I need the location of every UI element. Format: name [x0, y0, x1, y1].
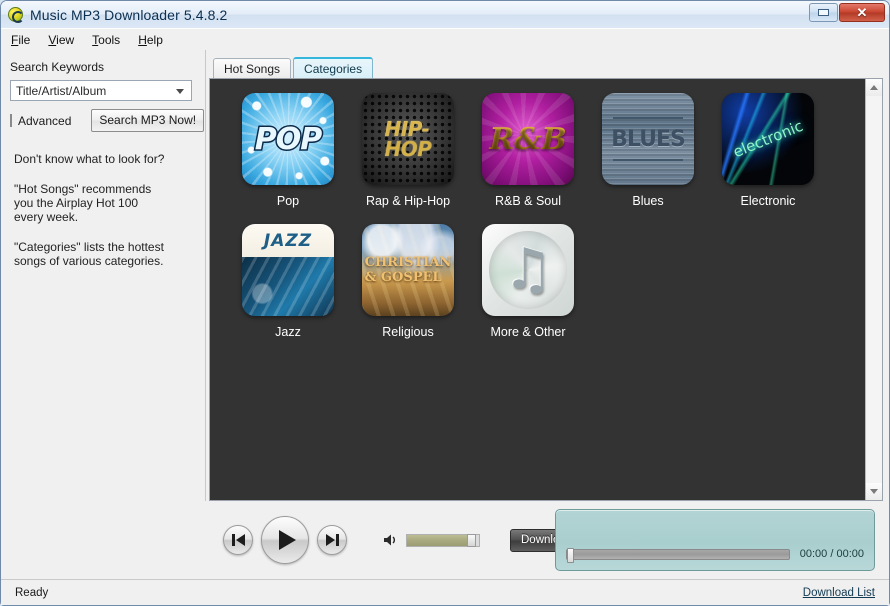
download-list-link[interactable]: Download List	[803, 587, 875, 599]
category-art-text-blues: BLUES	[611, 126, 686, 152]
category-art-pop: POP	[242, 93, 334, 185]
right-pane: Hot Songs Categories POP Pop HIP- HOP Ra…	[206, 50, 889, 501]
category-label-rap-hip-hop: Rap & Hip-Hop	[365, 194, 451, 208]
category-tile-blues[interactable]: BLUES Blues	[588, 93, 708, 208]
previous-track-button[interactable]	[223, 525, 253, 555]
category-label-electronic: Electronic	[740, 194, 796, 208]
category-art-text-religious: CHRISTIAN & GOSPEL	[364, 255, 452, 285]
status-text: Ready	[15, 586, 49, 599]
category-tile-more-other[interactable]: ♫ More & Other	[468, 224, 588, 339]
music-note-icon: ♫	[502, 237, 554, 302]
category-art-more: ♫	[482, 224, 574, 316]
menu-bar: File View Tools Help	[1, 28, 889, 50]
tab-hot-songs[interactable]: Hot Songs	[213, 58, 292, 78]
category-tile-rnb-soul[interactable]: R&B R&B & Soul	[468, 93, 588, 208]
jazz-banner: JAZZ	[242, 224, 334, 258]
next-track-icon	[325, 534, 339, 546]
category-art-text-rnb: R&B	[482, 93, 574, 185]
category-art-text-jazz: JAZZ	[263, 230, 313, 251]
tab-strip: Hot Songs Categories	[209, 57, 883, 78]
vertical-scrollbar[interactable]	[865, 79, 882, 500]
seek-row: 00:00 / 00:00	[566, 547, 864, 563]
player-bar: Download 00:00 / 00:00	[1, 501, 889, 579]
advanced-label: Advanced	[18, 113, 72, 128]
menu-tools-rest: ools	[98, 32, 121, 47]
category-tile-pop[interactable]: POP Pop	[228, 93, 348, 208]
advanced-row: Advanced Search MP3 Now!	[10, 109, 205, 132]
category-tile-jazz[interactable]: JAZZ Jazz	[228, 224, 348, 339]
window-controls: ✕	[809, 3, 885, 22]
close-button[interactable]: ✕	[839, 3, 885, 22]
application-window: Music MP3 Downloader 5.4.8.2 ✕ File View…	[0, 0, 890, 606]
previous-track-icon	[231, 534, 245, 546]
trumpet-decoration	[242, 257, 334, 316]
category-label-rnb-soul: R&B & Soul	[494, 194, 561, 208]
minimize-icon	[818, 9, 829, 16]
menu-file-rest: ile	[18, 32, 31, 47]
category-art-text-electronic: electronic	[730, 116, 806, 162]
help-text-categories: "Categories" lists the hottest songs of …	[14, 240, 164, 268]
volume-slider-handle[interactable]	[466, 533, 476, 547]
category-label-pop: Pop	[276, 194, 300, 208]
help-text-hot-songs: "Hot Songs" recommends you the Airplay H…	[14, 182, 152, 224]
scroll-up-arrow-icon[interactable]	[866, 79, 882, 96]
help-text-question: Don't know what to look for?	[14, 152, 165, 166]
chevron-down-icon[interactable]	[176, 89, 184, 94]
play-icon	[278, 530, 296, 550]
category-label-jazz: Jazz	[275, 325, 301, 339]
search-mp3-now-button[interactable]: Search MP3 Now!	[91, 109, 205, 132]
category-art-text-hiphop: HIP- HOP	[362, 93, 454, 185]
category-tile-electronic[interactable]: electronic Electronic	[708, 93, 828, 208]
menu-item-tools[interactable]: Tools	[92, 33, 120, 47]
seek-slider-handle[interactable]	[567, 547, 574, 563]
close-icon: ✕	[856, 5, 868, 20]
category-art-hiphop: HIP- HOP	[362, 93, 454, 185]
menu-item-file[interactable]: File	[11, 33, 30, 47]
time-display: 00:00 / 00:00	[799, 548, 864, 560]
content-panel: POP Pop HIP- HOP Rap & Hip-Hop R&B R&B &…	[209, 78, 883, 501]
menu-view-rest: iew	[56, 32, 75, 47]
volume-slider[interactable]	[406, 533, 480, 547]
volume-control[interactable]	[383, 533, 480, 547]
seek-slider[interactable]	[566, 547, 790, 563]
category-art-jazz: JAZZ	[242, 224, 334, 316]
next-track-button[interactable]	[317, 525, 347, 555]
category-art-religious: CHRISTIAN & GOSPEL	[362, 224, 454, 316]
category-label-more-other: More & Other	[490, 325, 566, 339]
category-art-rnb: R&B	[482, 93, 574, 185]
speaker-icon[interactable]	[383, 533, 399, 547]
main-body: Search Keywords Title/Artist/Album Advan…	[1, 50, 889, 501]
minimize-button[interactable]	[809, 3, 838, 22]
title-bar: Music MP3 Downloader 5.4.8.2 ✕	[1, 1, 889, 28]
volume-fill	[407, 534, 467, 546]
tab-categories[interactable]: Categories	[293, 57, 374, 78]
search-input[interactable]: Title/Artist/Album	[10, 80, 192, 101]
advanced-checkbox[interactable]	[10, 114, 12, 127]
category-tile-rap-hip-hop[interactable]: HIP- HOP Rap & Hip-Hop	[348, 93, 468, 208]
search-keywords-label: Search Keywords	[10, 60, 105, 74]
search-input-value: Title/Artist/Album	[16, 83, 107, 98]
app-icon	[8, 7, 24, 23]
category-art-blues: BLUES	[602, 93, 694, 185]
play-button[interactable]	[261, 516, 309, 564]
scroll-down-arrow-icon[interactable]	[866, 483, 882, 500]
category-grid: POP Pop HIP- HOP Rap & Hip-Hop R&B R&B &…	[210, 79, 865, 500]
category-label-blues: Blues	[632, 194, 664, 208]
category-label-religious: Religious	[382, 325, 434, 339]
status-bar: Ready Download List	[1, 579, 889, 605]
menu-item-help[interactable]: Help	[138, 33, 163, 47]
sidebar: Search Keywords Title/Artist/Album Advan…	[1, 50, 206, 501]
category-art-electronic: electronic	[722, 93, 814, 185]
category-art-text-pop: POP	[253, 120, 323, 158]
menu-item-view[interactable]: View	[48, 33, 74, 47]
player-display-panel: 00:00 / 00:00	[555, 509, 875, 571]
transport-controls	[223, 516, 347, 564]
window-title: Music MP3 Downloader 5.4.8.2	[30, 6, 228, 23]
category-tile-religious[interactable]: CHRISTIAN & GOSPEL Religious	[348, 224, 468, 339]
menu-help-rest: elp	[146, 32, 163, 47]
